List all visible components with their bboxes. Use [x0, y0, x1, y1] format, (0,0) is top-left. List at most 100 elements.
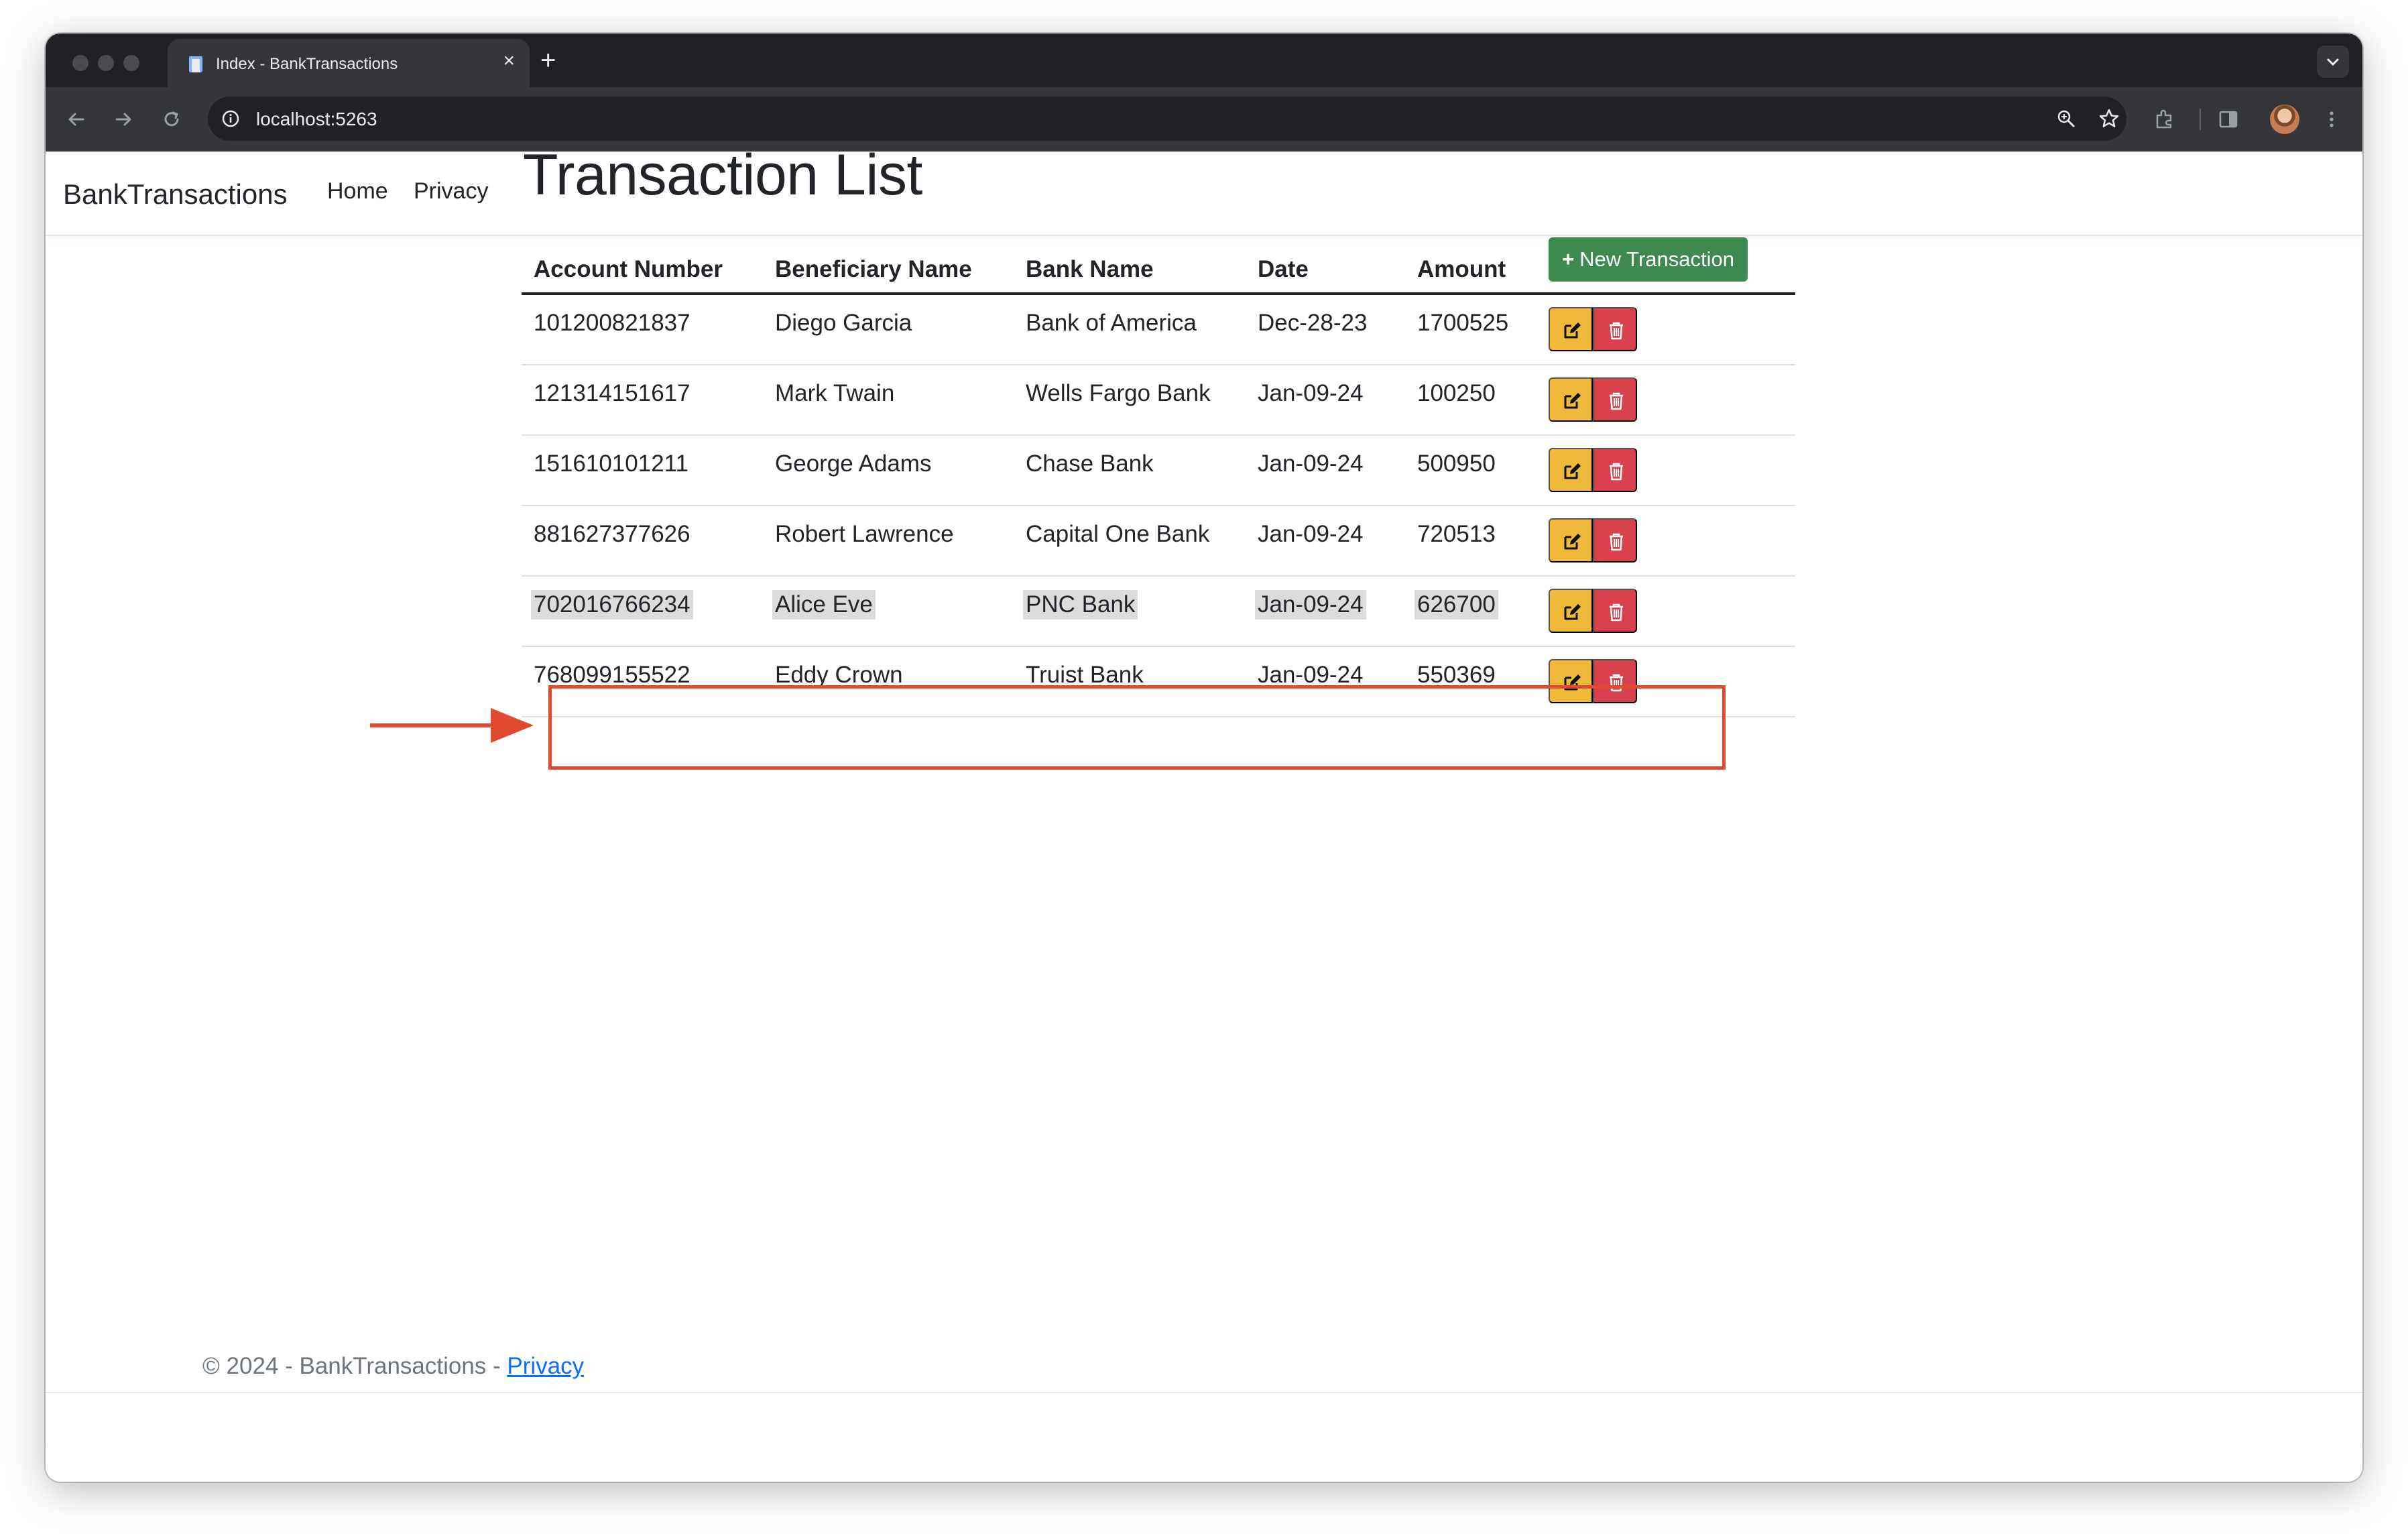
trash-icon [1610, 533, 1623, 551]
cell-amount: 1700525 [1417, 310, 1509, 336]
edit-button[interactable] [1549, 307, 1593, 351]
tab-title: Index - BankTransactions [216, 55, 398, 73]
edit-icon [1564, 322, 1581, 339]
side-panel-icon[interactable] [2216, 107, 2240, 131]
cell-beneficiary-name: Eddy Crown [775, 662, 903, 688]
footer-copyright: © 2024 - BankTransactions - [202, 1353, 507, 1379]
cell-account-number: 702016766234 [531, 590, 693, 619]
toolbar-divider [2200, 109, 2201, 130]
nav-link-home[interactable]: Home [327, 178, 388, 204]
delete-button[interactable] [1593, 377, 1637, 422]
table-header: Account Number Beneficiary Name Bank Nam… [522, 237, 1795, 295]
cell-account-number: 121314151617 [534, 380, 690, 406]
header-date: Date [1258, 256, 1309, 282]
cell-beneficiary-name: George Adams [775, 451, 932, 477]
delete-button[interactable] [1593, 448, 1637, 492]
page-favicon-icon [189, 56, 202, 72]
cell-date: Jan-09-24 [1255, 590, 1366, 619]
footer-divider [46, 1392, 2362, 1393]
table-row: 881627377626 Robert Lawrence Capital One B… [522, 506, 1795, 577]
forward-icon[interactable] [111, 107, 135, 131]
site-brand[interactable]: BankTransactions [63, 178, 288, 211]
cell-amount: 100250 [1417, 380, 1496, 406]
nav-link-privacy[interactable]: Privacy [414, 178, 488, 204]
profile-avatar[interactable] [2270, 105, 2299, 134]
back-icon[interactable] [64, 107, 88, 131]
new-transaction-button[interactable]: + New Transaction [1549, 237, 1748, 282]
new-transaction-label: New Transaction [1579, 247, 1734, 271]
page-title: Transaction List [523, 143, 922, 207]
footer-privacy-link[interactable]: Privacy [507, 1353, 584, 1379]
edit-icon [1564, 393, 1581, 409]
table-body: 101200821837 Diego Garcia Bank of America D… [522, 295, 1795, 717]
close-window-button[interactable] [72, 55, 88, 71]
cell-date: Jan-09-24 [1258, 521, 1364, 547]
trash-icon [1610, 463, 1623, 481]
header-beneficiary-name: Beneficiary Name [775, 256, 972, 282]
tab-strip: Index - BankTransactions × + [46, 34, 2362, 87]
reload-icon[interactable] [160, 107, 184, 131]
minimize-window-button[interactable] [98, 55, 114, 71]
edit-button[interactable] [1549, 518, 1593, 563]
cell-bank-name: Capital One Bank [1026, 521, 1210, 547]
cell-beneficiary-name: Robert Lawrence [775, 521, 954, 547]
header-amount: Amount [1417, 256, 1506, 282]
edit-icon [1564, 463, 1581, 479]
table-row: 121314151617 Mark Twain Wells Fargo Bank Ja… [522, 365, 1795, 436]
new-tab-button[interactable]: + [540, 47, 556, 74]
delete-button[interactable] [1593, 518, 1637, 563]
delete-button[interactable] [1593, 659, 1637, 703]
header-account-number: Account Number [534, 256, 723, 282]
extensions-icon[interactable] [2152, 107, 2176, 131]
edit-button[interactable] [1549, 377, 1593, 422]
edit-icon [1564, 534, 1581, 550]
address-bar[interactable]: localhost:5263 [208, 97, 2126, 141]
plus-icon: + [1562, 247, 1575, 271]
chevron-down-icon [2327, 58, 2339, 66]
cell-account-number: 101200821837 [534, 310, 690, 336]
maximize-window-button[interactable] [123, 55, 139, 71]
trash-icon [1610, 322, 1623, 340]
footer: © 2024 - BankTransactions - Privacy [202, 1353, 584, 1380]
cell-bank-name: PNC Bank [1023, 590, 1138, 619]
more-menu-icon[interactable] [2320, 107, 2344, 131]
delete-button[interactable] [1593, 307, 1637, 351]
cell-date: Jan-09-24 [1258, 451, 1364, 477]
cell-beneficiary-name: Mark Twain [775, 380, 895, 406]
cell-amount: 500950 [1417, 451, 1496, 477]
cell-beneficiary-name: Alice Eve [772, 590, 876, 619]
cell-amount: 626700 [1414, 590, 1498, 619]
cell-amount: 550369 [1417, 662, 1496, 688]
table-row: 101200821837 Diego Garcia Bank of America D… [522, 295, 1795, 365]
bookmark-star-icon[interactable] [2098, 108, 2120, 129]
site-info-icon[interactable] [221, 109, 240, 128]
browser-tab[interactable]: Index - BankTransactions × [168, 39, 530, 87]
cell-account-number: 768099155522 [534, 662, 690, 688]
cell-bank-name: Wells Fargo Bank [1026, 380, 1211, 406]
trash-icon [1610, 674, 1623, 692]
cell-beneficiary-name: Diego Garcia [775, 310, 912, 336]
edit-icon [1564, 674, 1581, 691]
cell-date: Jan-09-24 [1258, 380, 1364, 406]
browser-toolbar: localhost:5263 [46, 87, 2362, 152]
delete-button[interactable] [1593, 589, 1637, 633]
table-row: 702016766234 Alice Eve PNC Bank Jan-09-24 62… [522, 577, 1795, 647]
cell-amount: 720513 [1417, 521, 1496, 547]
table-row: 151610101211 George Adams Chase Bank Jan-09… [522, 436, 1795, 506]
zoom-icon[interactable] [2055, 108, 2077, 129]
trash-icon [1610, 603, 1623, 622]
tab-search-button[interactable] [2317, 46, 2349, 78]
transaction-table: Account Number Beneficiary Name Bank Nam… [522, 237, 1795, 717]
edit-icon [1564, 604, 1581, 620]
cell-date: Jan-09-24 [1258, 662, 1364, 688]
cell-account-number: 881627377626 [534, 521, 690, 547]
header-bank-name: Bank Name [1026, 256, 1154, 282]
close-tab-icon[interactable]: × [503, 51, 515, 71]
edit-button[interactable] [1549, 448, 1593, 492]
cell-bank-name: Truist Bank [1026, 662, 1144, 688]
edit-button[interactable] [1549, 659, 1593, 703]
cell-date: Dec-28-23 [1258, 310, 1368, 336]
cell-account-number: 151610101211 [534, 451, 688, 477]
edit-button[interactable] [1549, 589, 1593, 633]
cell-bank-name: Chase Bank [1026, 451, 1154, 477]
